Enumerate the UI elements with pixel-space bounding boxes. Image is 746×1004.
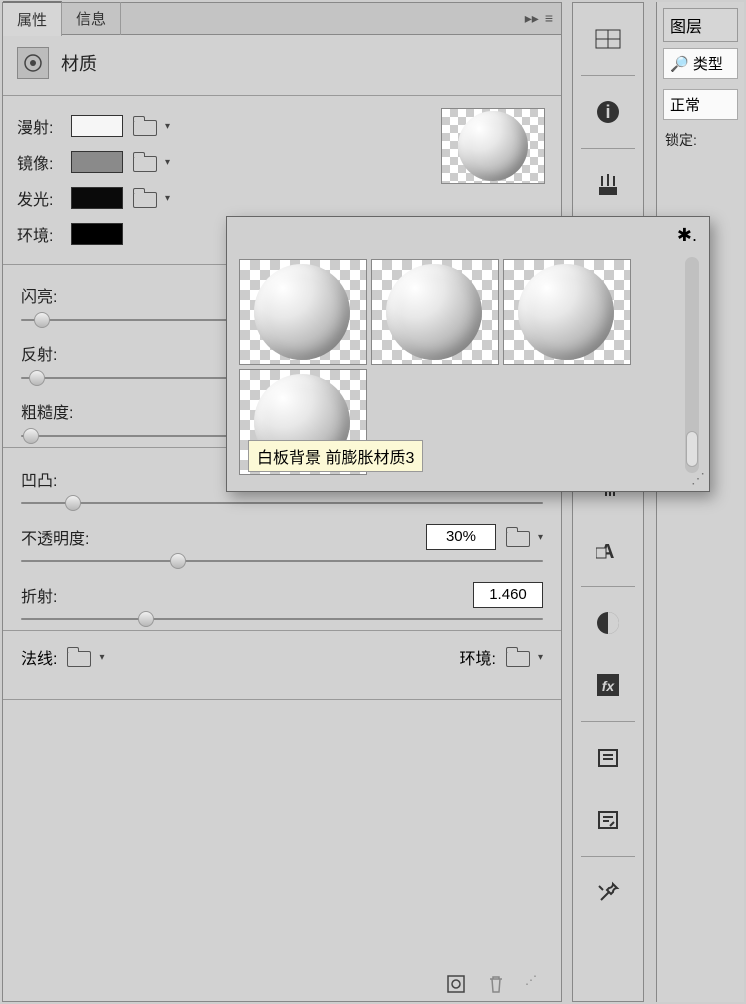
contrast-icon[interactable] <box>582 597 634 649</box>
more-icon[interactable]: ⋰ <box>525 973 547 995</box>
material-preset-3[interactable] <box>503 259 631 365</box>
bump-label: 凹凸: <box>21 467 57 491</box>
diffuse-swatch[interactable] <box>71 115 123 137</box>
section-title: 材质 <box>61 50 97 76</box>
specular-folder-icon[interactable] <box>133 153 157 171</box>
tools-icon[interactable] <box>582 867 634 919</box>
trash-icon[interactable] <box>485 973 507 995</box>
popup-resize-handle[interactable]: ⋰ <box>691 470 705 487</box>
specular-swatch[interactable] <box>71 151 123 173</box>
refract-value[interactable]: 1.460 <box>473 582 543 608</box>
properties-panel: 属性 信息 ▸▸ ≡ 材质 漫射: ▾ 镜像: ▾ 发光: ▾ 环境: <box>2 2 562 1002</box>
diffuse-label: 漫射: <box>17 114 61 138</box>
emission-swatch[interactable] <box>71 187 123 209</box>
svg-text:i: i <box>605 102 610 122</box>
opacity-label: 不透明度: <box>21 525 89 549</box>
layer-search[interactable]: 🔎 类型 <box>663 48 738 79</box>
info-icon[interactable]: i <box>582 86 634 138</box>
material-preset-1[interactable] <box>239 259 367 365</box>
lock-label: 锁定: <box>665 130 736 150</box>
svg-text:fx: fx <box>602 678 616 694</box>
tab-info[interactable]: 信息 <box>62 2 121 35</box>
3d-panel-icon[interactable] <box>582 13 634 65</box>
layers-panel: 图层 🔎 类型 正常 锁定: <box>656 2 744 1002</box>
opacity-folder-icon[interactable] <box>506 528 530 546</box>
section-header: 材质 <box>3 35 561 91</box>
diffuse-folder-icon[interactable] <box>133 117 157 135</box>
list-icon-2[interactable] <box>582 794 634 846</box>
toolbar-strip: i A fx <box>572 2 644 1002</box>
emission-label: 发光: <box>17 186 61 210</box>
env-label: 环境: <box>460 645 496 669</box>
collapse-icon[interactable]: ▸▸ <box>525 10 539 27</box>
material-tooltip: 白板背景 前膨胀材质3 <box>248 440 423 472</box>
normal-label: 法线: <box>21 645 57 669</box>
render-settings-icon[interactable] <box>445 973 467 995</box>
layers-tab[interactable]: 图层 <box>663 8 738 42</box>
refract-label: 折射: <box>21 583 57 607</box>
opacity-value[interactable]: 30% <box>426 524 496 550</box>
panel-menu-icon[interactable]: ≡ <box>545 10 553 27</box>
tab-properties[interactable]: 属性 <box>3 1 62 36</box>
environment-label: 环境: <box>17 222 61 246</box>
emission-folder-icon[interactable] <box>133 189 157 207</box>
opacity-slider[interactable] <box>21 560 543 562</box>
environment-swatch[interactable] <box>71 223 123 245</box>
refract-slider[interactable] <box>21 618 543 620</box>
fx-icon[interactable]: fx <box>582 659 634 711</box>
popup-settings-icon[interactable]: ✱. <box>677 225 697 246</box>
character-icon[interactable]: A <box>582 524 634 576</box>
popup-scrollbar[interactable] <box>685 257 699 473</box>
material-preview-thumb[interactable] <box>441 108 545 184</box>
tab-bar: 属性 信息 ▸▸ ≡ <box>3 3 561 35</box>
material-preset-2[interactable] <box>371 259 499 365</box>
blend-mode-select[interactable]: 正常 <box>663 89 738 120</box>
brushes-icon[interactable] <box>582 159 634 211</box>
specular-label: 镜像: <box>17 150 61 174</box>
env-folder-icon[interactable] <box>506 648 530 666</box>
list-icon-1[interactable] <box>582 732 634 784</box>
normal-folder-icon[interactable] <box>67 648 91 666</box>
material-icon <box>17 47 49 79</box>
bump-slider[interactable] <box>21 502 543 504</box>
